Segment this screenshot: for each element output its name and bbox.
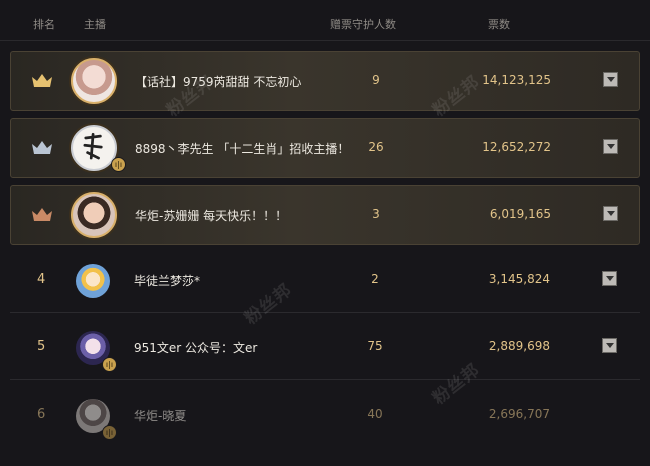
- table-row[interactable]: ı|ı 8898丶李先生 「十二生肖」招收主播！ 26 12,652,272: [10, 118, 640, 178]
- table-header: 排名 主播 赠票守护人数 票数: [0, 0, 650, 41]
- table-row[interactable]: 华炬-苏姗姗 每天快乐！！！ 3 6,019,165: [10, 185, 640, 245]
- level-badge-icon: ı|ı: [102, 357, 117, 372]
- anchor-name[interactable]: 8898丶李先生 「十二生肖」招收主播！: [135, 140, 349, 157]
- anchor-name[interactable]: 毕徒兰梦莎*: [134, 272, 200, 289]
- anchor-name[interactable]: 华炬-晓夏: [134, 407, 186, 424]
- votes-column-header: 票数: [488, 18, 510, 31]
- avatar[interactable]: [71, 58, 117, 104]
- guard-count: 9: [372, 73, 380, 87]
- avatar[interactable]: [71, 192, 117, 238]
- rank-number: 4: [37, 272, 46, 287]
- guard-count: 2: [371, 272, 379, 286]
- calligraphy-icon: [83, 132, 103, 160]
- vote-count: 6,019,165: [489, 207, 551, 221]
- vote-count: 12,652,272: [482, 140, 551, 154]
- guards-column-header: 赠票守护人数: [330, 18, 396, 31]
- anchor-column-header: 主播: [84, 18, 106, 31]
- silver-crown-icon: [32, 141, 52, 154]
- expand-dropdown-button[interactable]: [602, 338, 617, 353]
- rank-column-header: 排名: [33, 18, 55, 31]
- guard-count: 3: [372, 207, 380, 221]
- expand-dropdown-button[interactable]: [603, 139, 618, 154]
- avatar[interactable]: [76, 264, 110, 298]
- level-badge-icon: ı|ı: [111, 157, 126, 172]
- vote-count: 3,145,824: [488, 272, 550, 286]
- level-badge-icon: ı|ı: [102, 425, 117, 440]
- rank-number: 5: [37, 339, 46, 354]
- vote-count: 2,696,707: [488, 407, 550, 421]
- expand-dropdown-button[interactable]: [603, 72, 618, 87]
- table-row[interactable]: 4 毕徒兰梦莎* 2 3,145,824: [10, 251, 640, 313]
- anchor-name[interactable]: 华炬-苏姗姗 每天快乐！！！: [135, 207, 287, 224]
- anchor-name[interactable]: 951文er 公众号：文er: [134, 339, 257, 356]
- bronze-crown-icon: [32, 208, 52, 221]
- vote-count: 2,889,698: [488, 339, 550, 353]
- guard-count: 40: [367, 407, 383, 421]
- expand-dropdown-button[interactable]: [603, 206, 618, 221]
- guard-count: 26: [368, 140, 384, 154]
- table-row[interactable]: 6 ı|ı 华炬-晓夏 40 2,696,707: [10, 386, 640, 448]
- gold-crown-icon: [32, 74, 52, 87]
- table-row[interactable]: 5 ı|ı 951文er 公众号：文er 75 2,889,698: [10, 318, 640, 380]
- guard-count: 75: [367, 339, 383, 353]
- table-row[interactable]: 【话社】9759芮甜甜 不忘初心 9 14,123,125: [10, 51, 640, 111]
- expand-dropdown-button[interactable]: [602, 271, 617, 286]
- rank-number: 6: [37, 407, 46, 422]
